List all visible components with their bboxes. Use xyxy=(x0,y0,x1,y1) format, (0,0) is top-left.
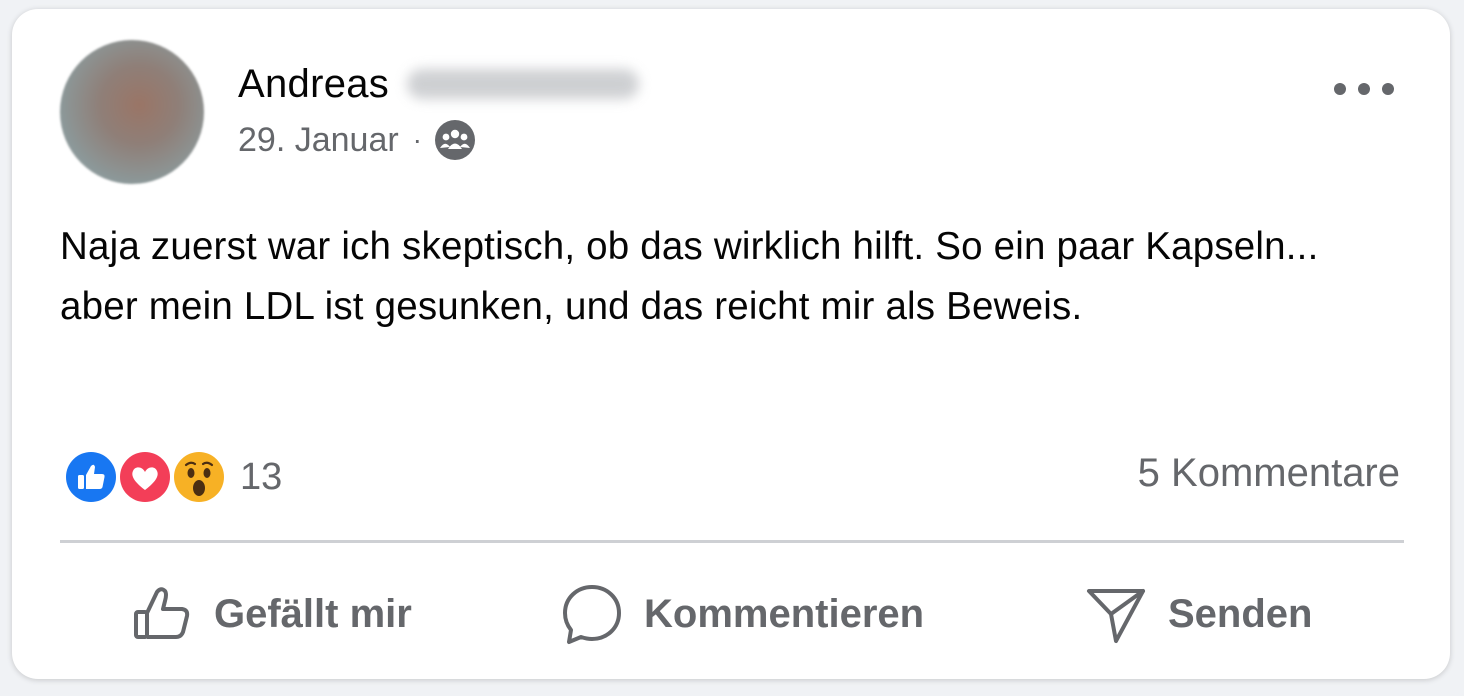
reaction-count[interactable]: 13 xyxy=(240,456,282,499)
comment-button-label: Kommentieren xyxy=(644,591,925,636)
author-first-name[interactable]: Andreas xyxy=(238,62,389,107)
comments-count-link[interactable]: 5 Kommentare xyxy=(1138,451,1400,496)
thumbs-up-icon xyxy=(134,587,190,639)
author-name[interactable]: Andreas xyxy=(238,59,640,109)
comment-bubble-icon xyxy=(563,585,621,644)
group-icon[interactable] xyxy=(434,119,476,161)
send-button-label: Senden xyxy=(1168,591,1313,636)
more-options-button[interactable] xyxy=(1334,69,1394,109)
more-dot-icon xyxy=(1334,83,1346,95)
reaction-icons xyxy=(62,447,228,507)
post-meta: 29. Januar · xyxy=(238,117,476,163)
post-text: Naja zuerst war ich skeptisch, ob das wi… xyxy=(60,225,1319,328)
author-last-name-redacted xyxy=(407,69,640,99)
meta-separator: · xyxy=(412,124,422,155)
comment-button[interactable]: Kommentieren xyxy=(560,579,924,649)
like-reaction-icon xyxy=(63,449,119,505)
actions-divider xyxy=(60,540,1404,543)
more-dot-icon xyxy=(1358,83,1370,95)
love-reaction-icon xyxy=(117,449,173,505)
send-button[interactable]: Senden xyxy=(1084,579,1312,649)
wow-reaction-icon xyxy=(171,449,227,505)
more-dot-icon xyxy=(1382,83,1394,95)
like-button-label: Gefällt mir xyxy=(214,591,412,636)
like-button[interactable]: Gefällt mir xyxy=(130,579,412,649)
reactions-summary[interactable]: 13 xyxy=(62,447,282,507)
post-date[interactable]: 29. Januar xyxy=(238,121,399,160)
send-icon xyxy=(1087,589,1145,643)
post-card: Andreas 29. Januar · Naja zuerst war ich… xyxy=(12,9,1450,679)
author-avatar[interactable] xyxy=(60,40,204,184)
